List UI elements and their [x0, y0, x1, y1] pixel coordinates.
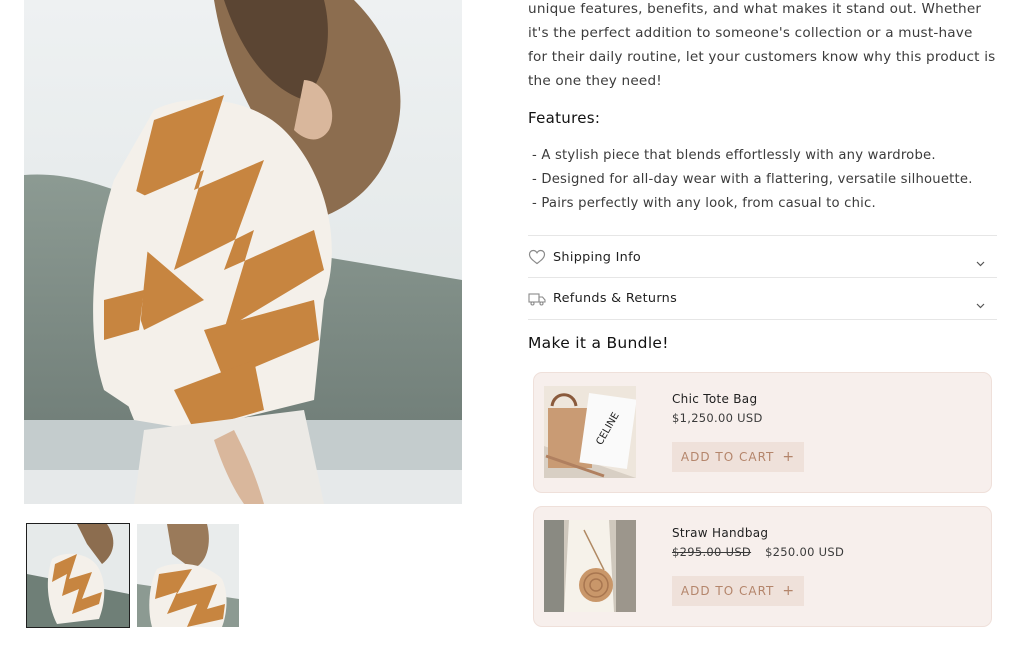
compare-at-price: $295.00 USD: [672, 545, 752, 559]
features-heading: Features:: [528, 109, 601, 127]
product-description: unique features, benefits, and what make…: [528, 0, 998, 93]
feature-item: - Designed for all-day wear with a flatt…: [532, 172, 973, 187]
thumbnail-strip: [26, 523, 239, 628]
product-name[interactable]: Straw Handbag: [672, 526, 768, 540]
current-price: $1,250.00 USD: [672, 411, 763, 425]
product-price: $295.00 USD $250.00 USD: [672, 545, 844, 559]
bundle-product-card: Straw Handbag $295.00 USD $250.00 USD AD…: [533, 506, 992, 627]
description-line: it's the perfect addition to someone's c…: [528, 25, 973, 41]
product-name[interactable]: Chic Tote Bag: [672, 392, 757, 406]
description-line: for their daily routine, let your custom…: [528, 49, 996, 65]
straw-handbag-image[interactable]: [544, 520, 636, 612]
description-line: the one they need!: [528, 73, 662, 89]
shipping-info-label: Shipping Info: [553, 249, 642, 265]
plus-icon: +: [782, 449, 796, 465]
feature-item: - Pairs perfectly with any look, from ca…: [532, 196, 876, 211]
features-list: - A stylish piece that blends effortless…: [532, 144, 973, 216]
shipping-info-accordion[interactable]: Shipping Info: [528, 235, 997, 278]
add-to-cart-button[interactable]: ADD TO CART +: [672, 576, 804, 606]
bundle-heading: Make it a Bundle!: [528, 334, 669, 352]
chevron-down-icon: [976, 252, 985, 271]
tote-bag-image[interactable]: CELINE: [544, 386, 636, 478]
truck-icon: [528, 290, 546, 308]
add-to-cart-button[interactable]: ADD TO CART +: [672, 442, 804, 472]
plus-icon: +: [782, 583, 796, 599]
thumbnail-1[interactable]: [26, 523, 130, 628]
refunds-returns-label: Refunds & Returns: [553, 291, 678, 306]
heart-icon: [528, 248, 546, 266]
refunds-returns-accordion[interactable]: Refunds & Returns: [528, 277, 997, 320]
add-to-cart-label: ADD TO CART: [680, 450, 775, 464]
bundle-product-card: CELINE Chic Tote Bag $1,250.00 USD ADD T…: [533, 372, 992, 493]
thumbnail-2[interactable]: [137, 524, 239, 627]
current-price: $250.00 USD: [765, 545, 845, 559]
add-to-cart-label: ADD TO CART: [680, 584, 775, 598]
feature-item: - A stylish piece that blends effortless…: [532, 148, 936, 163]
chevron-down-icon: [976, 294, 985, 313]
main-product-image[interactable]: [24, 0, 462, 504]
description-line: unique features, benefits, and what make…: [528, 1, 982, 17]
product-price: $1,250.00 USD: [672, 411, 763, 425]
